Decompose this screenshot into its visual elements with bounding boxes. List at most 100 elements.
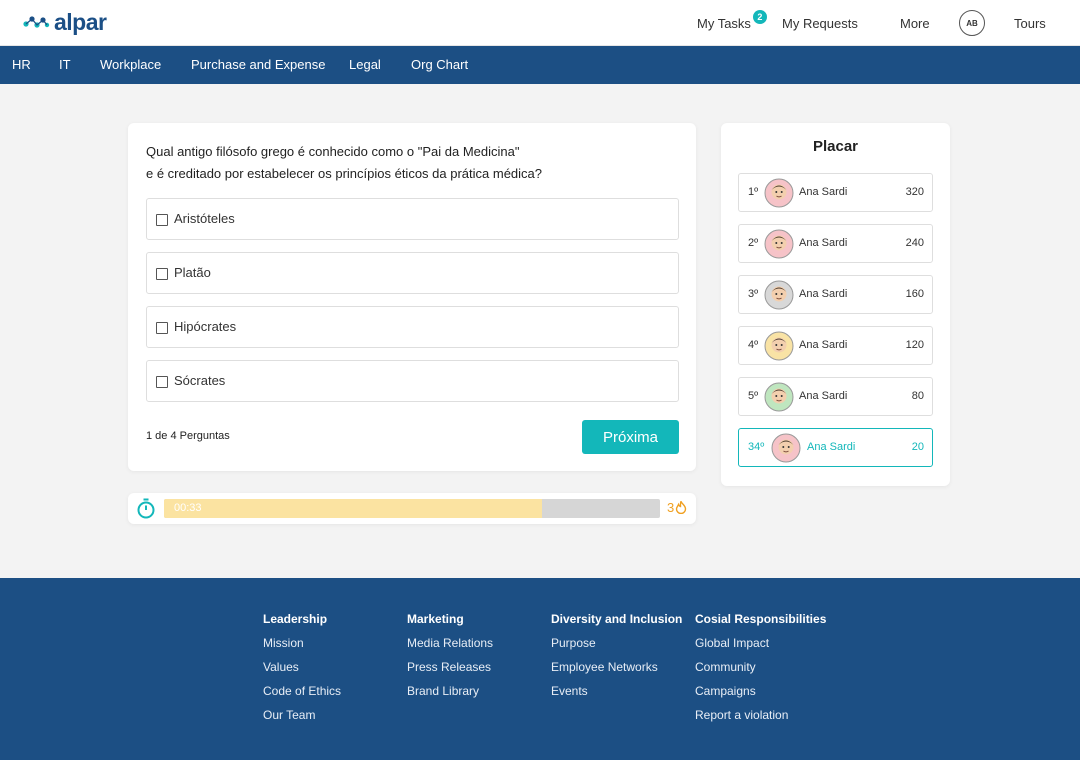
nav-item-it[interactable]: IT [59,57,71,72]
user-avatar[interactable]: AB [959,10,985,36]
footer-link[interactable]: Community [695,660,826,674]
rank-label: 2º [748,237,759,249]
rank-label: 4º [748,339,759,351]
avatar-woman-icon [771,433,801,463]
more-label: More [900,15,930,31]
player-name: Ana Sardi [799,339,848,351]
timer-bar: 00:33 3 [128,493,696,524]
leaderboard-row: 1º Ana Sardi 320 [738,173,933,212]
player-name: Ana Sardi [799,186,848,198]
nav-item-hr[interactable]: HR [12,57,31,72]
player-score: 240 [905,237,924,249]
quiz-card: Qual antigo filósofo grego é conhecido c… [128,123,696,471]
leaderboard-row: 5º Ana Sardi 80 [738,377,933,416]
footer-column-leadership: Leadership Mission Values Code of Ethics… [263,612,341,732]
logo-text: alpar [54,8,107,35]
nav-item-legal[interactable]: Legal [349,57,381,72]
rank-label: 3º [748,288,759,300]
nav-item-workplace[interactable]: Workplace [100,57,161,72]
rank-label: 1º [748,186,759,198]
nav-item-purchase-expense[interactable]: Purchase and Expense [191,57,325,72]
footer-link[interactable]: Press Releases [407,660,493,674]
footer-column-marketing: Marketing Media Relations Press Releases… [407,612,493,708]
streak-value: 3 [667,500,675,515]
answer-checkbox[interactable] [156,214,168,226]
footer-link[interactable]: Media Relations [407,636,493,650]
tours-label: Tours [1014,15,1046,31]
leaderboard-row: 4º Ana Sardi 120 [738,326,933,365]
rank-label: 5º [748,390,759,402]
footer-link[interactable]: Global Impact [695,636,826,650]
avatar-elder-icon [764,280,794,310]
alpar-logo[interactable]: alpar [22,8,107,35]
player-score: 20 [911,441,924,453]
answer-label: Platão [174,265,211,280]
footer-heading: Cosial Responsibilities [695,612,827,626]
footer-heading: Marketing [407,612,464,626]
my-requests-link[interactable]: My Requests [782,0,858,46]
question-line-1: Qual antigo filósofo grego é conhecido c… [146,144,520,159]
leaderboard-card: Placar 1º Ana Sardi 320 2º Ana Sardi 240 3º Ana… [721,123,950,486]
player-score: 80 [911,390,924,402]
avatar-man-beard-icon [764,178,794,208]
avatar-woman-cap-icon [764,331,794,361]
player-name: Ana Sardi [799,390,848,402]
streak-counter: 3 [667,500,687,515]
logo-mark-icon [23,16,50,28]
my-tasks-label: My Tasks [697,15,751,31]
tasks-count-badge: 2 [752,10,767,24]
answer-checkbox[interactable] [156,322,168,334]
leaderboard-title: Placar [812,138,859,155]
player-name: Ana Sardi [799,237,848,249]
rank-label: 34º [748,441,765,453]
leaderboard-row: 3º Ana Sardi 160 [738,275,933,314]
answer-checkbox[interactable] [156,268,168,280]
footer-link[interactable]: Values [263,660,341,674]
question-line-2: e é creditado por estabelecer os princíp… [146,166,542,181]
my-tasks-link[interactable]: My Tasks 2 [697,0,767,46]
next-button[interactable]: Próxima [582,420,679,454]
footer-column-responsibilities: Cosial Responsibilities Global Impact Co… [695,612,826,732]
answer-label: Hipócrates [174,319,237,334]
footer-heading: Diversity and Inclusion [551,612,683,626]
footer-link[interactable]: Report a violation [695,708,826,722]
my-requests-label: My Requests [782,15,858,31]
player-name: Ana Sardi [807,441,856,453]
footer-column-diversity: Diversity and Inclusion Purpose Employee… [551,612,682,708]
answer-option[interactable]: Aristóteles [146,198,679,240]
player-score: 120 [905,339,924,351]
footer-link[interactable]: Employee Networks [551,660,682,674]
question-text: Qual antigo filósofo grego é conhecido c… [146,141,666,185]
footer-link[interactable]: Brand Library [407,684,493,698]
answer-option[interactable]: Sócrates [146,360,679,402]
flame-icon [676,501,687,514]
site-footer: Leadership Mission Values Code of Ethics… [0,578,1080,760]
footer-heading: Leadership [263,612,328,626]
avatar-woman-hat-icon [764,229,794,259]
timer-track: 00:33 [164,499,660,518]
tours-link[interactable]: Tours [1014,0,1046,46]
question-progress: 1 de 4 Perguntas [146,430,230,442]
footer-link[interactable]: Our Team [263,708,341,722]
more-menu[interactable]: More [900,0,930,46]
footer-link[interactable]: Code of Ethics [263,684,341,698]
footer-link[interactable]: Purpose [551,636,682,650]
nav-item-org-chart[interactable]: Org Chart [411,57,468,72]
leaderboard-row-current-user: 34º Ana Sardi 20 [738,428,933,467]
main-navigation: HR IT Workplace Purchase and Expense Leg… [0,46,1080,84]
top-header: alpar My Tasks 2 My Requests More AB Tou… [0,0,1080,46]
answer-label: Sócrates [174,373,226,388]
player-score: 160 [905,288,924,300]
timer-text: 00:33 [174,502,202,514]
answer-checkbox[interactable] [156,376,168,388]
stopwatch-icon [137,498,155,519]
player-name: Ana Sardi [799,288,848,300]
footer-link[interactable]: Events [551,684,682,698]
player-score: 320 [905,186,924,198]
answer-option[interactable]: Platão [146,252,679,294]
timer-fill [164,499,543,518]
footer-link[interactable]: Mission [263,636,341,650]
footer-link[interactable]: Campaigns [695,684,826,698]
answer-option[interactable]: Hipócrates [146,306,679,348]
leaderboard-row: 2º Ana Sardi 240 [738,224,933,263]
